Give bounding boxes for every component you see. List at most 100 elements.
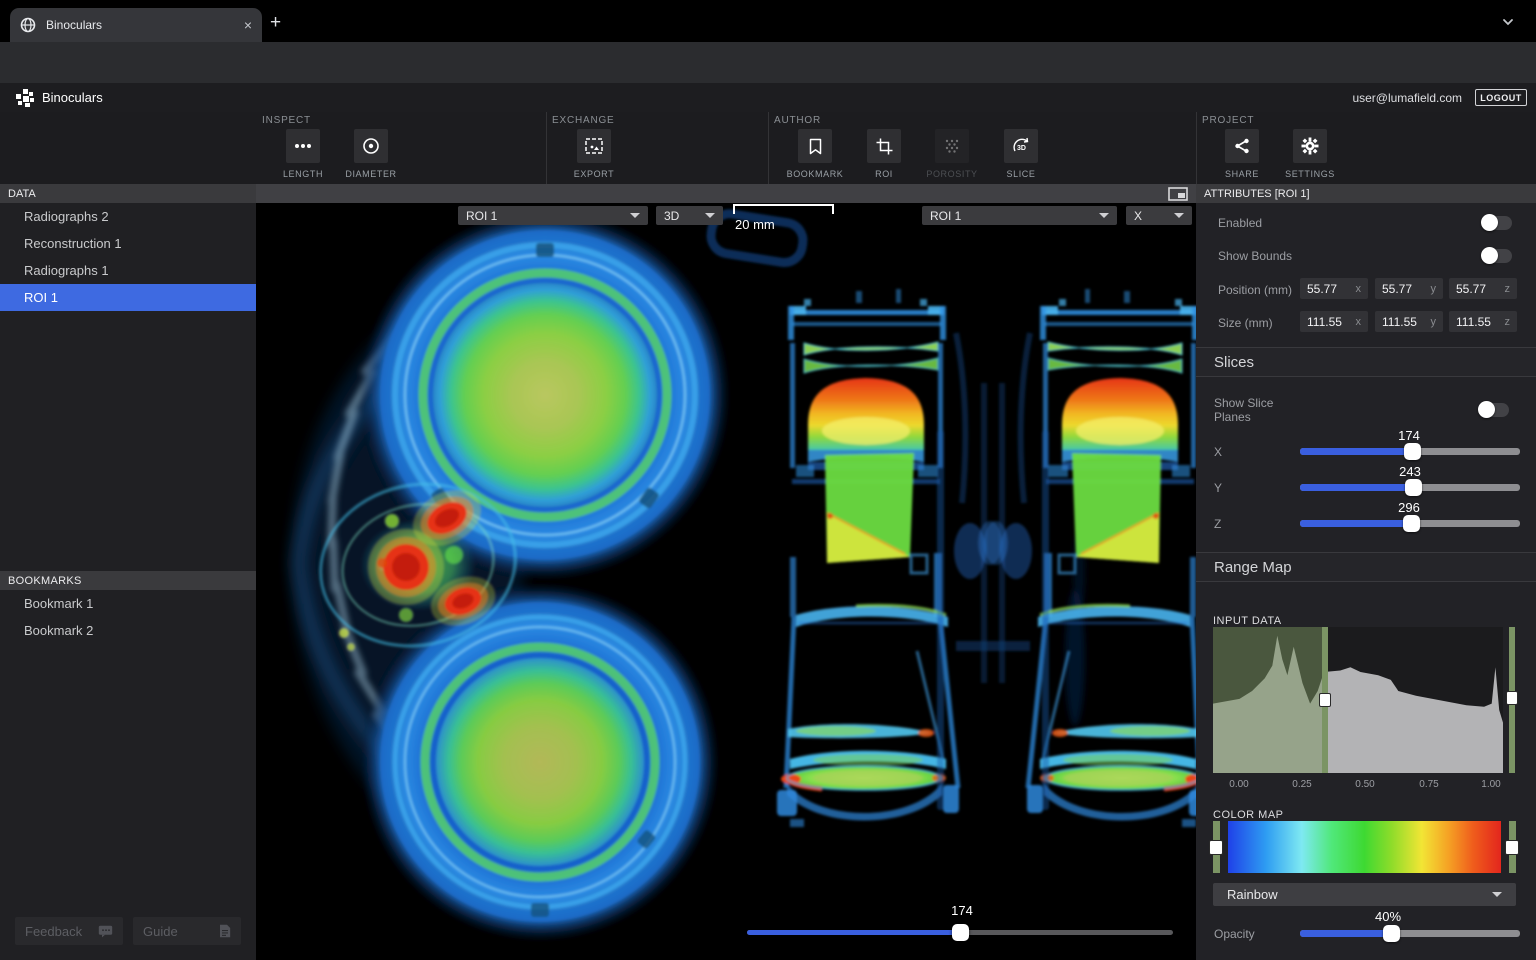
hist-tick: 0.75 xyxy=(1411,779,1447,790)
tab-close-icon[interactable]: × xyxy=(244,17,252,33)
toolbar-section-inspect: INSPECT xyxy=(262,115,311,126)
size-y-field[interactable]: 111.55y xyxy=(1375,311,1443,332)
scale-label: 20 mm xyxy=(735,217,775,232)
attributes-panel: Enabled Show Bounds Position (mm) 55.77x… xyxy=(1196,203,1536,960)
slider-knob[interactable] xyxy=(1405,479,1422,496)
toolbar-section-project: PROJECT xyxy=(1202,115,1254,126)
toolbar-divider xyxy=(546,112,547,184)
sidebar-item-reconstruction-1[interactable]: Reconstruction 1 xyxy=(0,230,256,257)
roi-tool[interactable]: ROI xyxy=(850,129,918,179)
porosity-icon xyxy=(944,138,960,154)
slice-x-slider[interactable] xyxy=(1300,448,1520,455)
guide-button[interactable]: Guide xyxy=(133,917,241,945)
app-header: Binoculars user@lumafield.com LOGOUT xyxy=(0,83,1536,112)
bookmark-tool[interactable]: BOOKMARK xyxy=(781,129,849,179)
new-tab-button[interactable]: + xyxy=(270,12,281,34)
feedback-bubble-icon xyxy=(98,925,113,938)
position-z-field[interactable]: 55.77z xyxy=(1449,278,1517,299)
size-z-field[interactable]: 111.55z xyxy=(1449,311,1517,332)
slider-knob[interactable] xyxy=(952,924,969,941)
size-x-field[interactable]: 111.55x xyxy=(1300,311,1368,332)
app-window: Binoculars × + ← → ⟳ app.lumafield.com/p… xyxy=(0,0,1536,960)
show-slice-planes-label: Show Slice Planes xyxy=(1214,396,1298,424)
share-icon xyxy=(1234,138,1250,154)
histogram-excluded-region xyxy=(1213,627,1324,773)
browser-toolbar: ← → ⟳ app.lumafield.com/project ⋮ xyxy=(0,42,1536,83)
slider-knob[interactable] xyxy=(1403,515,1420,532)
show-bounds-toggle[interactable] xyxy=(1482,249,1512,263)
layout-panel-icon[interactable] xyxy=(1168,187,1188,201)
opacity-value: 40% xyxy=(1368,909,1408,924)
scale-bar xyxy=(733,204,834,214)
right-view-roi-select[interactable]: ROI 1 xyxy=(922,206,1117,225)
chevron-down-icon xyxy=(1492,892,1502,897)
colormap-select[interactable]: Rainbow xyxy=(1213,883,1516,906)
svg-text:3D: 3D xyxy=(1017,145,1026,152)
opacity-label: Opacity xyxy=(1214,927,1255,941)
left-view-mode-select[interactable]: 3D xyxy=(656,206,723,225)
ct-render-scene xyxy=(256,203,1196,960)
toolbar-section-exchange: EXCHANGE xyxy=(552,115,615,126)
right-view-axis-select[interactable]: X xyxy=(1126,206,1192,225)
tab-search-chevron-icon[interactable] xyxy=(1502,18,1514,26)
globe-favicon-icon xyxy=(20,17,36,33)
browser-tab[interactable]: Binoculars × xyxy=(10,8,262,42)
project-title: Binoculars xyxy=(42,90,103,105)
hist-tick: 0.25 xyxy=(1284,779,1320,790)
share-tool[interactable]: SHARE xyxy=(1208,129,1276,179)
toolbar-divider xyxy=(768,112,769,184)
sidebar-bookmarks-header: BOOKMARKS xyxy=(0,571,256,590)
slice-x-value: 174 xyxy=(1389,428,1429,443)
logout-button[interactable]: LOGOUT xyxy=(1475,89,1527,106)
user-email: user@lumafield.com xyxy=(1352,91,1462,105)
show-bounds-label: Show Bounds xyxy=(1218,249,1292,263)
enabled-toggle[interactable] xyxy=(1482,216,1512,230)
slice-tool[interactable]: 3D SLICE xyxy=(987,129,1055,179)
chevron-down-icon xyxy=(705,213,715,218)
export-tool[interactable]: EXPORT xyxy=(560,129,628,179)
slider-knob[interactable] xyxy=(1383,925,1400,942)
slider-knob[interactable] xyxy=(1404,443,1421,460)
slice-y-value: 243 xyxy=(1390,464,1430,479)
range-min-handle[interactable] xyxy=(1319,693,1331,707)
settings-tool[interactable]: SETTINGS xyxy=(1276,129,1344,179)
sidebar-item-bookmark-1[interactable]: Bookmark 1 xyxy=(0,590,256,617)
diameter-tool[interactable]: DIAMETER xyxy=(337,129,405,179)
slice-z-slider[interactable] xyxy=(1300,520,1520,527)
viewer-canvas[interactable]: ROI 1 3D 20 mm ROI 1 X 174 xyxy=(256,203,1196,960)
guide-document-icon xyxy=(219,924,231,938)
browser-tabstrip: Binoculars × + xyxy=(0,0,1536,42)
sidebar-item-radiographs-2[interactable]: Radiographs 2 xyxy=(0,203,256,230)
slices-section-header: Slices xyxy=(1196,347,1536,377)
length-tool[interactable]: LENGTH xyxy=(269,129,337,179)
chevron-down-icon xyxy=(1099,213,1109,218)
colormap-min-handle[interactable] xyxy=(1209,840,1223,855)
porosity-tool[interactable]: POROSITY xyxy=(918,129,986,179)
slice-z-value: 296 xyxy=(1389,500,1429,515)
input-data-histogram xyxy=(1213,627,1503,773)
left-view-roi-select[interactable]: ROI 1 xyxy=(458,206,648,225)
feedback-button[interactable]: Feedback xyxy=(15,917,123,945)
show-slice-planes-toggle[interactable] xyxy=(1479,403,1509,417)
position-x-field[interactable]: 55.77x xyxy=(1300,278,1368,299)
roi-icon xyxy=(876,138,893,155)
sidebar-item-radiographs-1[interactable]: Radiographs 1 xyxy=(0,257,256,284)
sidebar-item-bookmark-2[interactable]: Bookmark 2 xyxy=(0,617,256,644)
slice-y-label: Y xyxy=(1214,481,1222,495)
sidebar-item-roi-1[interactable]: ROI 1 xyxy=(0,284,256,311)
opacity-slider[interactable] xyxy=(1300,930,1520,937)
attributes-header: ATTRIBUTES [ROI 1] xyxy=(1196,184,1536,203)
slice-view-x xyxy=(777,289,1196,827)
slice-position-slider[interactable] xyxy=(747,930,1173,935)
colormap-max-handle[interactable] xyxy=(1505,840,1519,855)
color-map-label: COLOR MAP xyxy=(1213,809,1284,821)
diameter-icon xyxy=(362,137,380,155)
slice-icon: 3D xyxy=(1011,137,1031,155)
chevron-down-icon xyxy=(630,213,640,218)
slice-z-label: Z xyxy=(1214,517,1221,531)
hist-tick: 0.00 xyxy=(1221,779,1257,790)
position-y-field[interactable]: 55.77y xyxy=(1375,278,1443,299)
range-max-handle[interactable] xyxy=(1506,691,1518,705)
enabled-label: Enabled xyxy=(1218,216,1262,230)
slice-y-slider[interactable] xyxy=(1300,484,1520,491)
